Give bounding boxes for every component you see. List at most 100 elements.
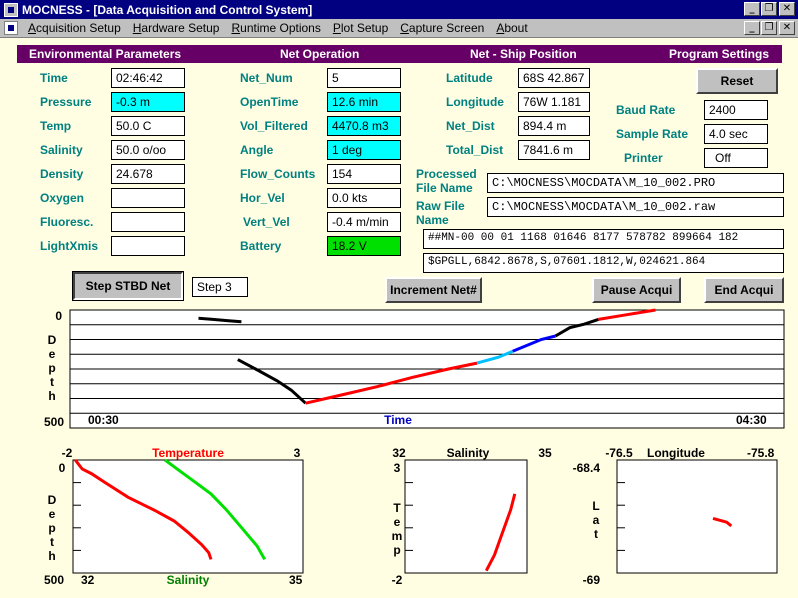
density-field: 24.678 (111, 164, 185, 184)
raw-file-label-1: Raw File (416, 199, 465, 213)
hor-vel-field: 0.0 kts (327, 188, 401, 208)
prog-header: Program Settings (669, 47, 770, 61)
pause-acqui-button[interactable]: Pause Acqui (592, 277, 681, 303)
profile-depth-bottom: 500 (44, 573, 64, 587)
processed-file-field: C:\MOCNESS\MOCDATA\M_10_002.PRO (487, 173, 784, 193)
total-dist-label: Total_Dist (446, 143, 504, 157)
latitude-label: Latitude (446, 71, 493, 85)
fluoresc-field (111, 212, 185, 232)
depth-axis-letter: D (48, 333, 57, 347)
net-header: Net Operation (280, 47, 360, 61)
longitude-label: Longitude (446, 95, 504, 109)
ts-y-min: -2 (392, 573, 403, 587)
raw-file-label-2: Name (416, 213, 449, 227)
menu-bar: Acquisition Setup Hardware Setup Runtime… (0, 19, 798, 38)
lat-max: -68.4 (573, 461, 601, 475)
flow-counts-label: Flow_Counts (240, 167, 316, 181)
gps-data-line: $GPGLL,6842.8678,S,07601.1812,W,024621.8… (423, 253, 784, 273)
minimize-icon[interactable]: _ (744, 2, 760, 16)
salinity-bottom-label: Salinity (167, 573, 210, 587)
menu-about[interactable]: About (490, 21, 533, 35)
depth-tick-bottom: 500 (44, 415, 64, 429)
env-header: Environmental Parameters (29, 47, 182, 61)
ts-temp-letter: e (394, 515, 401, 529)
time-tick-start: 00:30 (88, 413, 119, 427)
lat-min: -69 (583, 573, 601, 587)
ts-temp-letter: p (393, 543, 400, 557)
salinity-range-min: 32 (81, 573, 95, 587)
app-icon[interactable] (4, 2, 18, 17)
vert-vel-field: -0.4 m/min (327, 212, 401, 232)
ts-temp-letter: T (393, 501, 401, 515)
vol-filtered-label: Vol_Filtered (240, 119, 308, 133)
window-title: MOCNESS - [Data Acquisition and Control … (22, 2, 313, 17)
lon-title: Longitude (647, 446, 705, 460)
document-icon[interactable] (4, 21, 18, 35)
menu-acquisition-setup[interactable]: Acquisition Setup (22, 21, 127, 35)
child-restore-icon[interactable]: ❐ (761, 21, 777, 35)
salinity-field: 50.0 o/oo (111, 140, 185, 160)
latitude-field: 68S 42.867 (518, 68, 590, 88)
lightxmis-field (111, 236, 185, 256)
pressure-label: Pressure (40, 95, 92, 109)
depth-track-segment-5 (554, 317, 599, 338)
close-icon[interactable]: ✕ (779, 2, 795, 16)
lat-letter: a (593, 513, 600, 527)
baud-rate-label: Baud Rate (616, 103, 676, 117)
restore-icon[interactable]: ❐ (761, 2, 777, 16)
profile-depth-top: 0 (59, 461, 66, 475)
raw-data-line: ##MN-00 00 01 1168 01646 8177 578782 899… (423, 229, 784, 249)
density-label: Density (40, 167, 84, 181)
pos-header: Net - Ship Position (470, 47, 577, 61)
time-tick-end: 04:30 (736, 413, 767, 427)
sample-rate-label: Sample Rate (616, 127, 689, 141)
profile-depth-letter: h (48, 549, 55, 563)
menu-capture-screen[interactable]: Capture Screen (394, 21, 490, 35)
net-num-field: 5 (327, 68, 401, 88)
ts-track (484, 493, 517, 572)
reset-button[interactable]: Reset (696, 68, 778, 94)
net-num-label: Net_Num (240, 71, 293, 85)
raw-file-field: C:\MOCNESS\MOCDATA\M_10_002.raw (487, 197, 784, 217)
longitude-field: 76W 1.181 (518, 92, 590, 112)
temp-range-min: -2 (62, 446, 73, 460)
menu-hardware-setup[interactable]: Hardware Setup (127, 21, 226, 35)
temp-label: Temp (40, 119, 72, 133)
flow-counts-field: 154 (327, 164, 401, 184)
battery-field: 18.2 V (327, 236, 401, 256)
temperature-title: Temperature (152, 446, 224, 460)
depth-axis-letter: p (48, 361, 55, 375)
end-acqui-button[interactable]: End Acqui (704, 277, 784, 303)
title-bar: MOCNESS - [Data Acquisition and Control … (0, 0, 798, 19)
processed-file-label-2: File Name (416, 181, 473, 195)
lon-min: -76.5 (605, 446, 633, 460)
ship-track (712, 516, 733, 528)
child-minimize-icon[interactable]: _ (744, 21, 760, 35)
step-value-field: Step 3 (192, 277, 248, 297)
salinity-profile (164, 458, 267, 561)
oxygen-label: Oxygen (40, 191, 85, 205)
increment-net-button[interactable]: Increment Net# (385, 277, 482, 303)
fluoresc-label: Fluoresc. (40, 215, 94, 229)
profile-depth-letter: p (48, 521, 55, 535)
depth-track-segment-4 (512, 334, 556, 353)
depth-track-segment-0 (198, 316, 242, 324)
profile-plot-area (72, 459, 304, 574)
menu-plot-setup[interactable]: Plot Setup (327, 21, 394, 35)
vert-vel-label: Vert_Vel (243, 215, 290, 229)
salinity-range-max: 35 (289, 573, 303, 587)
depth-axis-letter: e (49, 347, 56, 361)
ts-x-max: 35 (538, 446, 552, 460)
step-stbd-net-button[interactable]: Step STBD Net (72, 271, 184, 301)
temp-field: 50.0 C (111, 116, 185, 136)
angle-field: 1 deg (327, 140, 401, 160)
ts-y-max: 3 (394, 461, 401, 475)
profile-depth-letter: t (50, 535, 54, 549)
battery-label: Battery (240, 239, 282, 253)
ts-x-min: 32 (392, 446, 406, 460)
menu-runtime-options[interactable]: Runtime Options (225, 21, 326, 35)
child-close-icon[interactable]: ✕ (779, 21, 795, 35)
time-label: Time (40, 71, 68, 85)
temp-range-max: 3 (294, 446, 301, 460)
lightxmis-label: LightXmis (40, 239, 99, 253)
